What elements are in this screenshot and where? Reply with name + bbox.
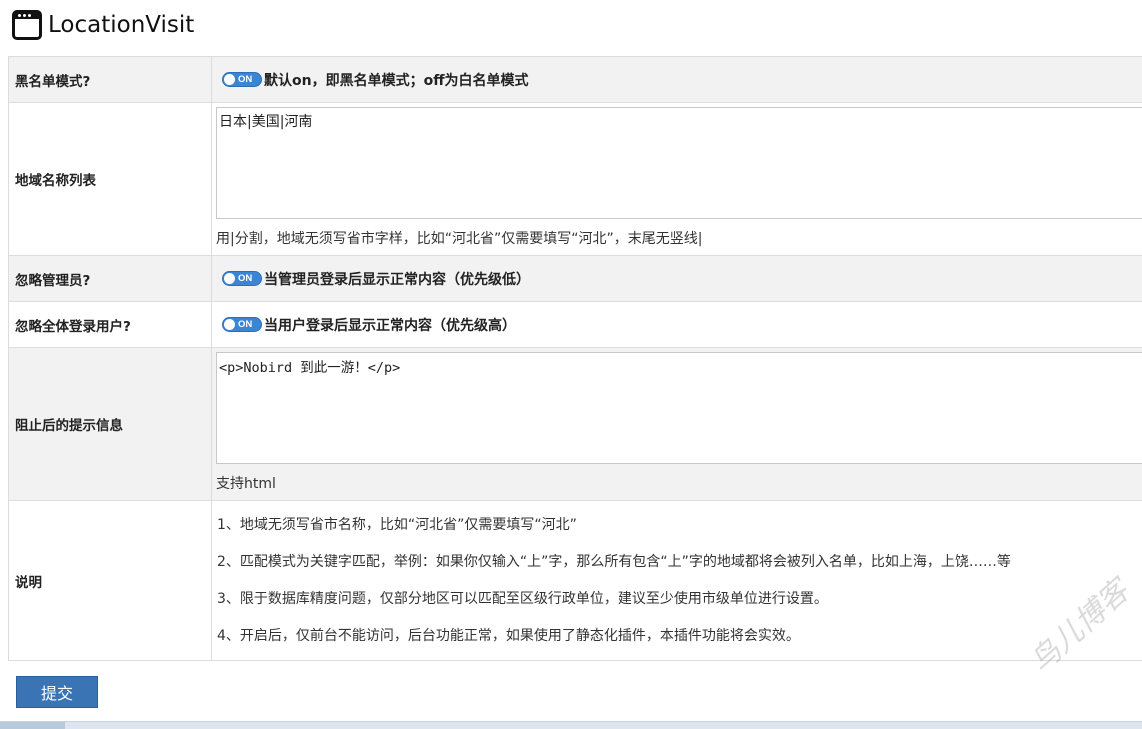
- ignore-logged-in-toggle[interactable]: ON: [222, 317, 262, 332]
- ignore-admin-toggle[interactable]: ON: [222, 271, 262, 286]
- toggle-state-text: ON: [238, 319, 253, 330]
- row-region-list: 地域名称列表 日本|美国|河南 用|分割，地域无须写省市字样，比如“河北省”仅需…: [8, 102, 1142, 256]
- row-blacklist-mode: 黑名单模式? ON 默认on，即黑名单模式；off为白名单模式: [8, 56, 1142, 103]
- ignore-admin-cell: ON 当管理员登录后显示正常内容（优先级低）: [211, 255, 1142, 302]
- row-notes: 说明 1、地域无须写省市名称，比如“河北省”仅需要填写“河北” 2、匹配模式为关…: [8, 500, 1142, 661]
- ignore-admin-description: 当管理员登录后显示正常内容（优先级低）: [264, 271, 530, 288]
- toggle-state-text: ON: [238, 74, 253, 85]
- row-ignore-logged-in: 忽略全体登录用户? ON 当用户登录后显示正常内容（优先级高）: [8, 301, 1142, 348]
- blacklist-mode-toggle[interactable]: ON: [222, 72, 262, 87]
- ignore-logged-in-cell: ON 当用户登录后显示正常内容（优先级高）: [211, 301, 1142, 348]
- ignore-logged-in-switch-line: ON 当用户登录后显示正常内容（优先级高）: [216, 315, 1142, 335]
- region-list-hint: 用|分割，地域无须写省市字样，比如“河北省”仅需要填写“河北”，末尾无竖线|: [216, 231, 703, 247]
- region-list-cell: 日本|美国|河南 用|分割，地域无须写省市字样，比如“河北省”仅需要填写“河北”…: [211, 102, 1142, 256]
- block-message-hint: 支持html: [216, 476, 276, 492]
- block-message-label: 阻止后的提示信息: [8, 347, 212, 501]
- ignore-logged-in-description: 当用户登录后显示正常内容（优先级高）: [264, 317, 516, 334]
- block-message-textarea[interactable]: <p>Nobird 到此一游！</p>: [216, 352, 1142, 464]
- page-title: LocationVisit: [48, 12, 195, 38]
- bottom-strip-tab: [0, 722, 65, 729]
- plugin-settings-page: LocationVisit 黑名单模式? ON 默认on，即黑名单模式；off为…: [0, 0, 1142, 729]
- ignore-admin-switch-line: ON 当管理员登录后显示正常内容（优先级低）: [216, 269, 1142, 289]
- submit-button[interactable]: 提交: [16, 676, 98, 708]
- note-item: 1、地域无须写省市名称，比如“河北省”仅需要填写“河北”: [217, 516, 577, 533]
- settings-form-table: 黑名单模式? ON 默认on，即黑名单模式；off为白名单模式 地域名称列表 日…: [8, 56, 1142, 661]
- page-header: LocationVisit: [12, 9, 194, 41]
- ignore-logged-in-label: 忽略全体登录用户?: [8, 301, 212, 348]
- region-list-label: 地域名称列表: [8, 102, 212, 256]
- toggle-knob: [224, 74, 235, 85]
- row-block-message: 阻止后的提示信息 <p>Nobird 到此一游！</p> 支持html: [8, 347, 1142, 501]
- blacklist-mode-description: 默认on，即黑名单模式；off为白名单模式: [264, 72, 529, 89]
- notes-cell: 1、地域无须写省市名称，比如“河北省”仅需要填写“河北” 2、匹配模式为关键字匹…: [211, 500, 1142, 661]
- region-list-textarea[interactable]: 日本|美国|河南: [216, 107, 1142, 219]
- note-item: 3、限于数据库精度问题，仅部分地区可以匹配至区级行政单位，建议至少使用市级单位进…: [217, 590, 828, 607]
- blacklist-mode-switch-line: ON 默认on，即黑名单模式；off为白名单模式: [216, 70, 1142, 90]
- block-message-cell: <p>Nobird 到此一游！</p> 支持html: [211, 347, 1142, 501]
- blacklist-mode-label: 黑名单模式?: [8, 56, 212, 103]
- browser-window-icon: [12, 10, 42, 40]
- bottom-scroll-strip: [0, 721, 1142, 729]
- ignore-admin-label: 忽略管理员?: [8, 255, 212, 302]
- toggle-knob: [224, 319, 235, 330]
- note-item: 4、开启后，仅前台不能访问，后台功能正常，如果使用了静态化插件，本插件功能将会实…: [217, 627, 800, 644]
- note-item: 2、匹配模式为关键字匹配，举例：如果你仅输入“上”字，那么所有包含“上”字的地域…: [217, 553, 1011, 570]
- toggle-knob: [224, 273, 235, 284]
- toggle-state-text: ON: [238, 273, 253, 284]
- blacklist-mode-cell: ON 默认on，即黑名单模式；off为白名单模式: [211, 56, 1142, 103]
- notes-label: 说明: [8, 500, 212, 661]
- row-ignore-admin: 忽略管理员? ON 当管理员登录后显示正常内容（优先级低）: [8, 255, 1142, 302]
